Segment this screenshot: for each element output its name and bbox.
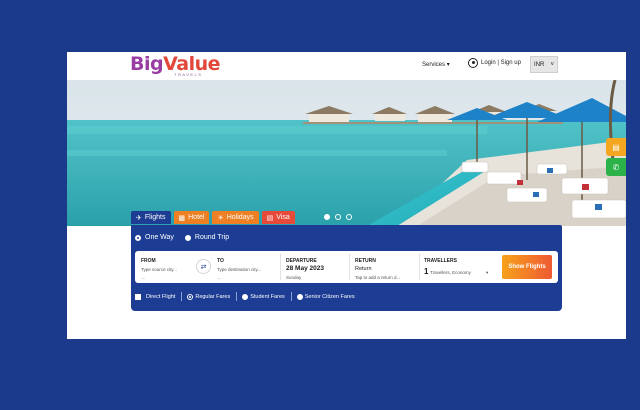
flight-search-box: FROM Type source city... — ⇄ TO Type des…	[135, 251, 558, 283]
show-flights-button[interactable]: Show Flights	[502, 255, 552, 279]
carousel-dot-1[interactable]	[324, 214, 330, 220]
hero-image-resort	[67, 80, 626, 226]
login-signup-link[interactable]: Login | Sign up	[468, 58, 521, 68]
logo-subtext: TRAVELS	[174, 72, 203, 77]
plane-icon: ✈	[136, 214, 142, 222]
radio-icon	[296, 293, 303, 300]
travellers-field[interactable]: TRAVELLERS 1 Travellers, Economy ▾	[424, 251, 494, 283]
tab-hotel[interactable]: ▩ Hotel	[173, 211, 210, 224]
radio-selected-icon	[187, 293, 194, 300]
hotel-icon: ▩	[178, 214, 186, 222]
regular-fares-radio[interactable]: Regular Fares	[187, 293, 230, 300]
services-label: Services	[422, 62, 446, 68]
whatsapp-icon[interactable]: ✆	[606, 158, 626, 176]
chevron-down-icon: ˅	[550, 61, 554, 68]
booking-tabs: ✈ Flights ▩ Hotel ☀ Holidays ▤ Visa	[131, 211, 295, 224]
resort-photo	[67, 80, 626, 226]
chevron-down-icon: ▾	[446, 62, 450, 68]
swap-icon[interactable]: ⇄	[196, 259, 211, 274]
from-field[interactable]: FROM Type source city... —	[141, 251, 193, 283]
tab-visa[interactable]: ▤ Visa	[261, 211, 295, 224]
bigvalue-logo[interactable]: BigValue TRAVELS	[130, 53, 221, 79]
trip-type-selector: One Way Round Trip	[135, 234, 229, 241]
divider	[280, 254, 281, 280]
divider	[290, 292, 292, 301]
services-menu[interactable]: Services ▾	[422, 61, 450, 68]
round-trip-radio[interactable]: Round Trip	[184, 234, 229, 241]
top-navbar: BigValue TRAVELS Services ▾ Login | Sign…	[67, 52, 626, 80]
logo-text-big: Big	[130, 53, 164, 75]
divider	[419, 254, 420, 280]
fare-options: Direct Flight Regular Fares Student Fare…	[135, 292, 361, 301]
student-fares-radio[interactable]: Student Fares	[242, 293, 285, 300]
divider	[236, 292, 238, 301]
login-label: Login | Sign up	[481, 60, 521, 66]
currency-value: INR	[534, 61, 545, 68]
tab-flights[interactable]: ✈ Flights	[131, 211, 171, 224]
to-field[interactable]: TO Type destination city... —	[217, 251, 277, 283]
checkbox-icon	[135, 293, 141, 300]
divider	[181, 292, 183, 301]
radio-icon	[184, 234, 191, 241]
senior-citizen-fares-radio[interactable]: Senior Citizen Fares	[296, 293, 355, 300]
currency-select[interactable]: INR ˅	[530, 56, 558, 73]
user-icon	[468, 58, 478, 68]
tab-holidays[interactable]: ☀ Holidays	[212, 211, 259, 224]
browser-page: BigValue TRAVELS Services ▾ Login | Sign…	[67, 52, 626, 339]
return-field[interactable]: RETURN Return Tap to add a return d...	[355, 251, 415, 283]
chevron-down-icon: ▾	[486, 270, 489, 275]
carousel-dot-3[interactable]	[346, 214, 352, 220]
divider	[349, 254, 350, 280]
sun-icon: ☀	[217, 214, 224, 222]
carousel-dot-2[interactable]	[335, 214, 341, 220]
visa-icon: ▤	[266, 214, 274, 222]
flight-search-panel: One Way Round Trip FROM Type source city…	[131, 225, 562, 311]
departure-field[interactable]: DEPARTURE 28 May 2023 Sunday	[286, 251, 346, 283]
carousel-dots	[324, 214, 352, 220]
direct-flight-checkbox[interactable]: Direct Flight	[135, 293, 175, 300]
radio-icon	[242, 293, 249, 300]
radio-selected-icon	[135, 234, 141, 241]
document-icon[interactable]: ▤	[606, 138, 626, 156]
one-way-radio[interactable]: One Way	[135, 234, 174, 241]
